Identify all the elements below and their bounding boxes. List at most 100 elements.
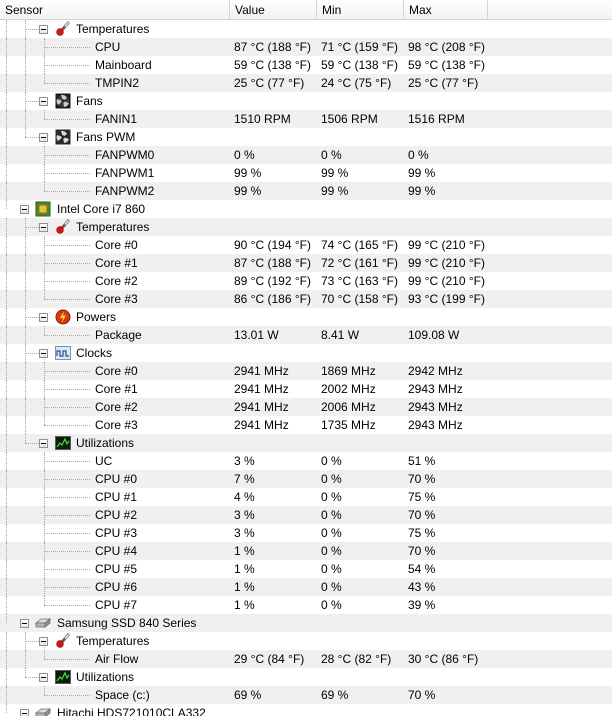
hardware-label: Intel Core i7 860 xyxy=(57,202,146,216)
sensor-name: FANPWM1 xyxy=(95,166,155,180)
sensor-value: 13.01 W xyxy=(234,328,279,342)
collapse-toggle[interactable] xyxy=(39,439,48,448)
collapse-toggle[interactable] xyxy=(20,619,29,628)
tree-connector-line xyxy=(25,443,39,444)
sensor-name: CPU #5 xyxy=(95,562,138,576)
sensor-row[interactable]: CPU #6 1 % 0 % 43 % xyxy=(0,578,612,596)
collapse-toggle[interactable] xyxy=(39,133,48,142)
hardware-node-hitachi-hds721010cla332[interactable]: Hitachi HDS721010CLA332 xyxy=(0,704,612,716)
sensor-min: 0 % xyxy=(321,490,342,504)
tree-guide-line xyxy=(25,290,26,308)
category-node-utilizations[interactable]: Utilizations xyxy=(0,434,612,452)
sensor-row[interactable]: CPU #5 1 % 0 % 54 % xyxy=(0,560,612,578)
min-column-header[interactable]: Min xyxy=(317,0,404,20)
tree-guide-line xyxy=(6,326,7,344)
sensor-row[interactable]: CPU 87 °C (188 °F) 71 °C (159 °F) 98 °C (20… xyxy=(0,38,612,56)
collapse-toggle[interactable] xyxy=(39,223,48,232)
tree-guide-line xyxy=(44,596,45,605)
sensor-value: 59 °C (138 °F) xyxy=(234,58,311,72)
category-node-powers[interactable]: Powers xyxy=(0,308,612,326)
sensor-row[interactable]: Core #0 90 °C (194 °F) 74 °C (165 °F) 99 °C… xyxy=(0,236,612,254)
collapse-toggle[interactable] xyxy=(39,313,48,322)
sensor-row[interactable]: Mainboard 59 °C (138 °F) 59 °C (138 °F) 59 … xyxy=(0,56,612,74)
sensor-row[interactable]: CPU #3 3 % 0 % 75 % xyxy=(0,524,612,542)
sensor-row[interactable]: Core #3 86 °C (186 °F) 70 °C (158 °F) 93 °C… xyxy=(0,290,612,308)
tree-guide-line xyxy=(6,560,7,578)
sensor-row[interactable]: Core #1 2941 MHz 2002 MHz 2943 MHz xyxy=(0,380,612,398)
sensor-row[interactable]: Core #2 89 °C (192 °F) 73 °C (163 °F) 99 °C… xyxy=(0,272,612,290)
tree-guide-line xyxy=(25,56,26,74)
sensor-row[interactable]: FANPWM1 99 % 99 % 99 % xyxy=(0,164,612,182)
category-node-utilizations[interactable]: Utilizations xyxy=(0,668,612,686)
tree-guide-line xyxy=(6,524,7,542)
collapse-toggle[interactable] xyxy=(39,349,48,358)
sensor-max: 1516 RPM xyxy=(408,112,465,126)
tree-guide-line xyxy=(25,668,26,677)
tree-guide-line xyxy=(44,686,45,695)
sensor-tree[interactable]: Temperatures CPU 87 °C (188 °F) 71 °C (159 … xyxy=(0,20,612,716)
sensor-row[interactable]: Core #2 2941 MHz 2006 MHz 2943 MHz xyxy=(0,398,612,416)
category-label: Temperatures xyxy=(76,220,150,234)
collapse-toggle[interactable] xyxy=(39,637,48,646)
category-node-fans[interactable]: Fans xyxy=(0,92,612,110)
sensor-column-header[interactable]: Sensor xyxy=(0,0,230,20)
sensor-row[interactable]: Air Flow 29 °C (84 °F) 28 °C (82 °F) 30 °C … xyxy=(0,650,612,668)
max-column-header[interactable]: Max xyxy=(404,0,488,20)
category-node-clocks[interactable]: Clocks xyxy=(0,344,612,362)
tree-guide-line xyxy=(6,578,7,596)
hardware-label: Samsung SSD 840 Series xyxy=(57,616,197,630)
sensor-name: Core #2 xyxy=(95,274,138,288)
sensor-row[interactable]: Package 13.01 W 8.41 W 109.08 W xyxy=(0,326,612,344)
sensor-row[interactable]: Space (c:) 69 % 69 % 70 % xyxy=(0,686,612,704)
power-icon xyxy=(55,309,71,325)
sensor-min: 28 °C (82 °F) xyxy=(321,652,392,666)
sensor-name: CPU #2 xyxy=(95,508,138,522)
sensor-value: 3 % xyxy=(234,526,255,540)
sensor-row[interactable]: Core #1 87 °C (188 °F) 72 °C (161 °F) 99 °C… xyxy=(0,254,612,272)
sensor-min: 8.41 W xyxy=(321,328,360,342)
sensor-name: Core #3 xyxy=(95,418,138,432)
tree-connector-line xyxy=(44,407,90,408)
tree-guide-line xyxy=(6,128,7,146)
collapse-toggle[interactable] xyxy=(20,709,29,716)
sensor-row[interactable]: UC 3 % 0 % 51 % xyxy=(0,452,612,470)
sensor-row[interactable]: TMPIN2 25 °C (77 °F) 24 °C (75 °F) 25 °C (7… xyxy=(0,74,612,92)
sensor-max: 25 °C (77 °F) xyxy=(408,76,479,90)
tree-guide-line xyxy=(6,380,7,398)
hardware-node-samsung-ssd-840-series[interactable]: Samsung SSD 840 Series xyxy=(0,614,612,632)
sensor-row[interactable]: FANPWM2 99 % 99 % 99 % xyxy=(0,182,612,200)
sensor-row[interactable]: CPU #7 1 % 0 % 39 % xyxy=(0,596,612,614)
collapse-toggle[interactable] xyxy=(20,205,29,214)
value-column-header[interactable]: Value xyxy=(230,0,317,20)
sensor-value: 1 % xyxy=(234,562,255,576)
tree-guide-line xyxy=(6,686,7,704)
sensor-row[interactable]: Core #0 2941 MHz 1869 MHz 2942 MHz xyxy=(0,362,612,380)
sensor-row[interactable]: CPU #4 1 % 0 % 70 % xyxy=(0,542,612,560)
tree-connector-line xyxy=(44,587,90,588)
tree-guide-line xyxy=(6,650,7,668)
collapse-toggle[interactable] xyxy=(39,673,48,682)
collapse-toggle[interactable] xyxy=(39,25,48,34)
sensor-row[interactable]: CPU #1 4 % 0 % 75 % xyxy=(0,488,612,506)
category-node-temperatures[interactable]: Temperatures xyxy=(0,20,612,38)
sensor-row[interactable]: CPU #2 3 % 0 % 70 % xyxy=(0,506,612,524)
sensor-max: 99 % xyxy=(408,166,436,180)
category-node-temperatures[interactable]: Temperatures xyxy=(0,218,612,236)
sensor-row[interactable]: FANIN1 1510 RPM 1506 RPM 1516 RPM xyxy=(0,110,612,128)
hardware-node-intel-core-i7-860[interactable]: Intel Core i7 860 xyxy=(0,200,612,218)
category-node-fans-pwm[interactable]: Fans PWM xyxy=(0,128,612,146)
sensor-row[interactable]: CPU #0 7 % 0 % 70 % xyxy=(0,470,612,488)
sensor-value: 99 % xyxy=(234,166,262,180)
sensor-name: CPU #3 xyxy=(95,526,138,540)
tree-guide-line xyxy=(44,326,45,335)
sensor-min: 0 % xyxy=(321,598,342,612)
sensor-max: 109.08 W xyxy=(408,328,460,342)
tree-guide-line xyxy=(25,128,26,137)
sensor-row[interactable]: Core #3 2941 MHz 1735 MHz 2943 MHz xyxy=(0,416,612,434)
sensor-name: Air Flow xyxy=(95,652,139,666)
sensor-max: 2943 MHz xyxy=(408,382,463,396)
tree-guide-line xyxy=(6,344,7,362)
sensor-row[interactable]: FANPWM0 0 % 0 % 0 % xyxy=(0,146,612,164)
category-node-temperatures[interactable]: Temperatures xyxy=(0,632,612,650)
collapse-toggle[interactable] xyxy=(39,97,48,106)
